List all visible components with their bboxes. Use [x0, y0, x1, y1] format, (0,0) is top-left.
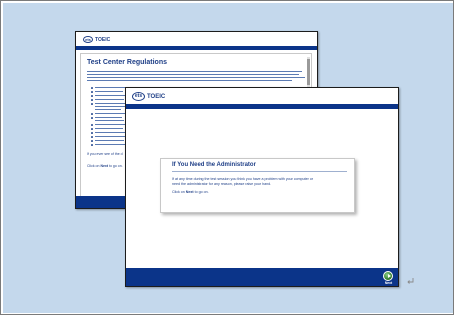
paragraph-return-icon: [407, 278, 414, 284]
bullet: [91, 140, 93, 142]
bullet-text-line: [95, 95, 126, 97]
bullet-text-line: [95, 113, 125, 115]
panel-click-instruction: Click on Next to go on.: [172, 190, 209, 194]
click-suffix: to go on.: [194, 190, 209, 194]
panel-title: If You Need the Administrator: [172, 162, 256, 168]
scrollbar-thumb[interactable]: [307, 59, 310, 85]
click-next-word: Next: [100, 164, 109, 168]
regulations-click-instruction: Click on Next to go on.: [87, 164, 123, 168]
bullet: [91, 91, 93, 93]
bullet-text-line: [95, 128, 123, 130]
ets-logo-mark: ets: [83, 36, 93, 43]
panel-text-line-2: need the administrator for any reason, p…: [172, 182, 272, 186]
bullet: [91, 128, 93, 130]
click-next-word: Next: [185, 190, 194, 194]
notes-strip: [0, 314, 454, 322]
bullet: [91, 113, 93, 115]
header-rule: [76, 46, 317, 50]
administrator-screen: ets TOEIC If You Need the Administrator …: [125, 87, 399, 287]
bullet: [91, 144, 93, 146]
next-button-label: Next: [384, 281, 393, 285]
bullet: [91, 124, 93, 126]
header-rule: [126, 104, 398, 109]
bullet-text-line: [95, 136, 125, 138]
bullet-text-line: [95, 132, 126, 134]
bullet-text-line: [95, 144, 125, 146]
next-button[interactable]: Next: [382, 271, 395, 286]
bullet-text-line: [95, 91, 123, 93]
bullet-text-line: [95, 103, 125, 105]
click-prefix: Click on: [87, 164, 100, 168]
toeic-logo-word: TOEIC: [95, 36, 111, 43]
toeic-logo: ets TOEIC: [83, 36, 110, 43]
body-text-line: [87, 74, 299, 76]
bullet-text-line: [95, 117, 122, 119]
body-text-line: [87, 71, 302, 73]
bullet-text-line: [95, 140, 124, 142]
bullet-text-line: [95, 99, 124, 101]
play-arrow-icon[interactable]: [383, 271, 393, 281]
click-suffix: to go on.: [109, 164, 123, 168]
panel-text-line-1: If at any time during the test session y…: [172, 177, 314, 181]
bullet-text-line: [95, 124, 125, 126]
bullet: [91, 117, 93, 119]
panel-divider: [172, 171, 347, 172]
regulations-footer-note: If you ever see of the d: [87, 152, 123, 156]
bullet-text-line: [95, 106, 125, 108]
administrator-info-panel: If You Need the Administrator If at any …: [160, 158, 355, 213]
bullet: [91, 132, 93, 134]
bullet: [91, 103, 93, 105]
toeic-logo-word: TOEIC: [147, 93, 166, 100]
bullet-text-line: [95, 120, 124, 122]
front-screen-footer: [126, 268, 398, 286]
bullet: [91, 95, 93, 97]
click-prefix: Click on: [172, 190, 185, 194]
regulations-title: Test Center Regulations: [87, 59, 167, 66]
bullet: [91, 136, 93, 138]
bullet-text-line: [95, 109, 121, 111]
body-text-line: [87, 80, 292, 82]
bullet: [91, 99, 93, 101]
toeic-logo: ets TOEIC: [132, 92, 165, 101]
ets-logo-mark: ets: [132, 92, 145, 101]
bullet-text-line: [95, 87, 125, 89]
bullet: [91, 87, 93, 89]
body-text-line: [87, 77, 305, 79]
